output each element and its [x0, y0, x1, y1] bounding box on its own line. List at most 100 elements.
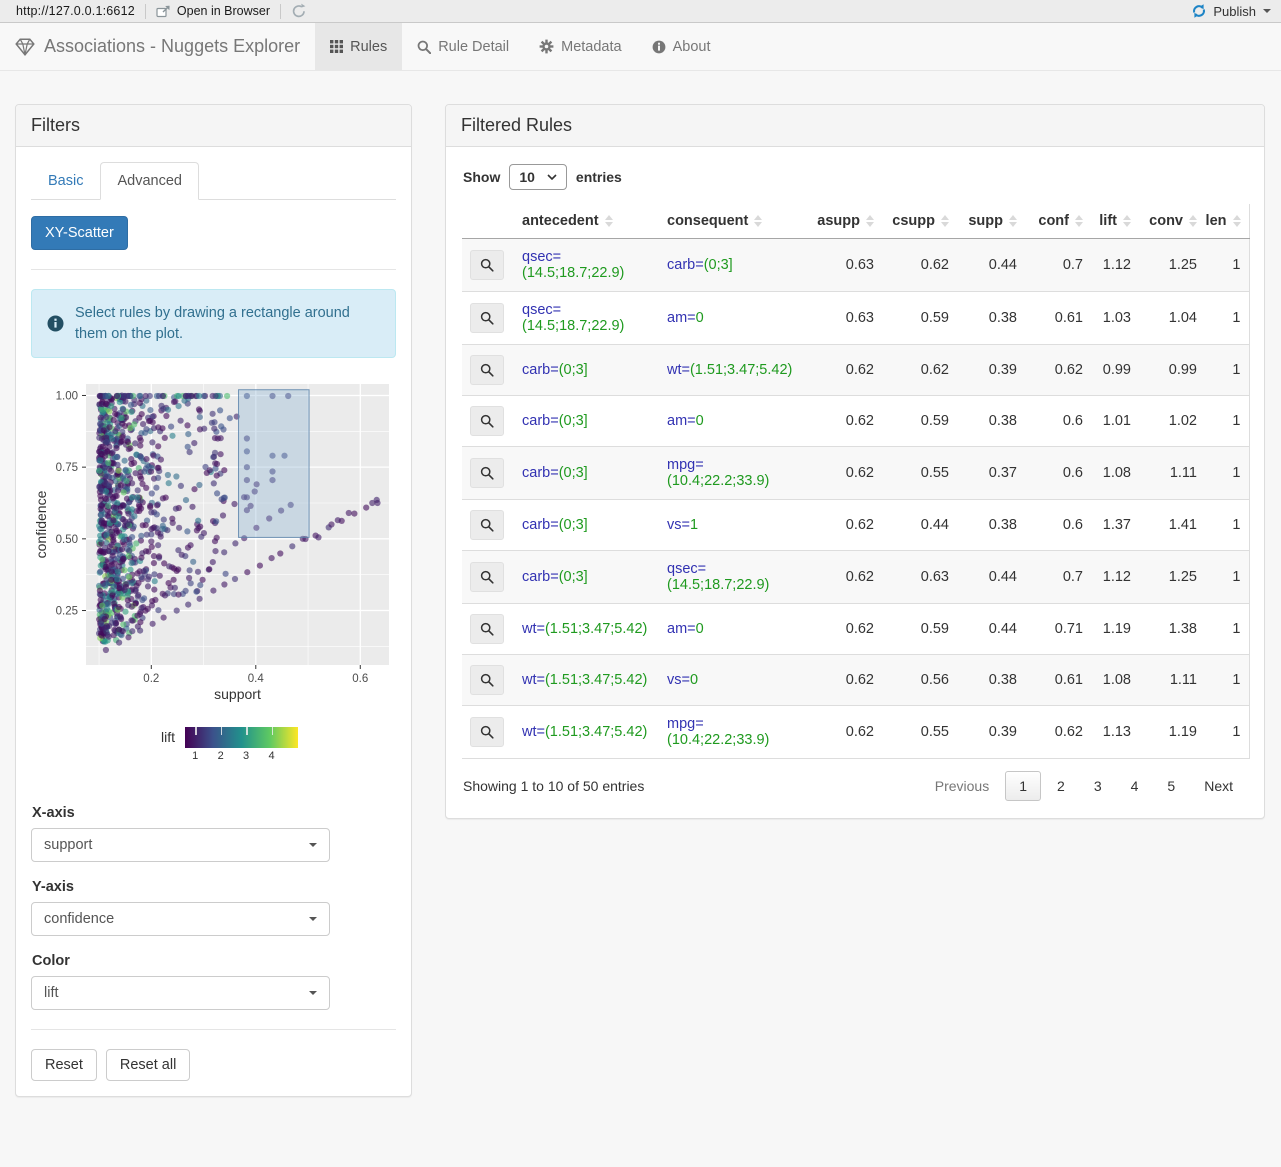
sort-icon[interactable] [1123, 215, 1131, 227]
inspect-rule-button[interactable] [470, 303, 504, 333]
legend-tick [220, 727, 223, 736]
magnifier-icon [480, 466, 494, 480]
tab-rules[interactable]: Rules [315, 23, 403, 70]
lift-value: 1.08 [1091, 654, 1139, 706]
sort-icon[interactable] [866, 215, 874, 227]
pagination-next[interactable]: Next [1191, 772, 1246, 800]
supp-value: 0.38 [957, 291, 1025, 345]
pagination-page-4[interactable]: 4 [1118, 772, 1152, 800]
column-header-consequent[interactable]: consequent [659, 204, 807, 239]
magnifier-icon [480, 414, 494, 428]
lift-value: 1.12 [1091, 238, 1139, 292]
inspect-rule-button[interactable] [470, 562, 504, 592]
pagination-page-2[interactable]: 2 [1044, 772, 1078, 800]
inspect-column-header [462, 204, 514, 239]
column-header-asupp[interactable]: asupp [807, 204, 882, 239]
tab-rule-detail[interactable]: Rule Detail [402, 23, 524, 70]
lift-color-legend: lift 1 2 3 4 [161, 727, 396, 765]
inspect-rule-button[interactable] [470, 458, 504, 488]
tab-advanced[interactable]: Advanced [100, 162, 199, 200]
y-axis-select[interactable]: confidence [31, 902, 330, 937]
pagination-page-1[interactable]: 1 [1005, 771, 1042, 801]
conf-value: 0.62 [1025, 344, 1091, 396]
sort-icon[interactable] [1075, 215, 1083, 227]
asupp-value: 0.62 [807, 395, 882, 447]
len-value: 1 [1205, 291, 1249, 345]
asupp-value: 0.62 [807, 446, 882, 500]
pagination-previous[interactable]: Previous [922, 772, 1002, 800]
info-icon [652, 40, 666, 54]
reset-button[interactable]: Reset [31, 1049, 97, 1082]
publish-button[interactable]: Publish [1191, 3, 1256, 19]
inspect-rule-button[interactable] [470, 250, 504, 280]
color-select[interactable]: lift [31, 976, 330, 1011]
svg-text:0.75: 0.75 [56, 462, 78, 474]
conv-value: 1.38 [1139, 603, 1205, 655]
sort-icon[interactable] [604, 215, 613, 227]
divider [31, 269, 396, 270]
supp-value: 0.39 [957, 705, 1025, 759]
inspect-rule-button[interactable] [470, 614, 504, 644]
csupp-value: 0.63 [882, 550, 957, 604]
sort-icon[interactable] [754, 215, 763, 227]
lift-value: 1.12 [1091, 550, 1139, 604]
pagination-page-3[interactable]: 3 [1081, 772, 1115, 800]
conv-value: 1.41 [1139, 499, 1205, 551]
antecedent-cell: wt=(1.51;3.47;5.42) [514, 705, 659, 759]
sort-icon[interactable] [1189, 215, 1197, 227]
scatter-plot[interactable]: 0.2 0.4 0.6 0.25 0.50 0.75 1.00 support confiden… [33, 378, 396, 713]
sort-icon[interactable] [1232, 215, 1241, 227]
open-in-browser-button[interactable]: Open in Browser [156, 4, 270, 18]
antecedent-cell: wt=(1.51;3.47;5.42) [514, 654, 659, 706]
lift-value: 1.19 [1091, 603, 1139, 655]
supp-value: 0.38 [957, 654, 1025, 706]
csupp-value: 0.56 [882, 654, 957, 706]
x-axis-select[interactable]: support [31, 828, 330, 863]
conf-value: 0.61 [1025, 654, 1091, 706]
magnifier-icon [480, 363, 494, 377]
legend-tick-label: 2 [217, 750, 224, 763]
sort-icon[interactable] [1009, 215, 1017, 227]
tab-rule-detail-label: Rule Detail [438, 38, 510, 55]
svg-text:0.25: 0.25 [56, 606, 78, 618]
inspect-rule-button[interactable] [470, 355, 504, 385]
legend-tick [246, 727, 248, 736]
column-header-conf[interactable]: conf [1025, 204, 1091, 239]
column-header-lift[interactable]: lift [1091, 204, 1139, 239]
supp-value: 0.38 [957, 499, 1025, 551]
inspect-rule-button[interactable] [470, 510, 504, 540]
column-header-conv[interactable]: conv [1139, 204, 1205, 239]
pagination-page-5[interactable]: 5 [1154, 772, 1188, 800]
xy-scatter-button[interactable]: XY-Scatter [31, 216, 128, 250]
legend-tick-label: 3 [243, 750, 250, 763]
publish-caret-icon[interactable] [1263, 9, 1271, 13]
tab-metadata[interactable]: Metadata [524, 23, 636, 70]
consequent-cell: vs=0 [659, 654, 807, 706]
column-header-csupp[interactable]: csupp [882, 204, 957, 239]
address-url: http://127.0.0.1:6612 [16, 4, 135, 18]
app-navbar: Associations - Nuggets Explorer Rules Ru… [0, 23, 1281, 71]
rule-row: qsec=(14.5;18.7;22.9) am=0 0.63 0.59 0.38 0.6… [462, 291, 1249, 345]
lift-value: 1.01 [1091, 395, 1139, 447]
column-header-antecedent[interactable]: antecedent [514, 204, 659, 239]
column-header-supp[interactable]: supp [957, 204, 1025, 239]
inspect-rule-button[interactable] [470, 406, 504, 436]
y-axis-value: confidence [44, 911, 115, 928]
tab-metadata-label: Metadata [561, 38, 622, 55]
inspect-rule-button[interactable] [470, 717, 504, 747]
color-label: Color [32, 953, 70, 970]
sort-icon[interactable] [941, 215, 949, 227]
column-header-len[interactable]: len [1205, 204, 1249, 239]
tab-basic[interactable]: Basic [31, 162, 100, 200]
reset-all-button[interactable]: Reset all [105, 1049, 191, 1082]
consequent-cell: am=0 [659, 395, 807, 447]
tab-about[interactable]: About [637, 23, 726, 70]
antecedent-cell: carb=(0;3] [514, 446, 659, 500]
supp-value: 0.39 [957, 344, 1025, 396]
svg-text:support: support [214, 686, 261, 702]
csupp-value: 0.59 [882, 603, 957, 655]
inspect-rule-button[interactable] [470, 665, 504, 695]
asupp-value: 0.62 [807, 654, 882, 706]
reload-icon[interactable] [291, 3, 307, 19]
page-size-select[interactable]: 10 [509, 164, 567, 190]
